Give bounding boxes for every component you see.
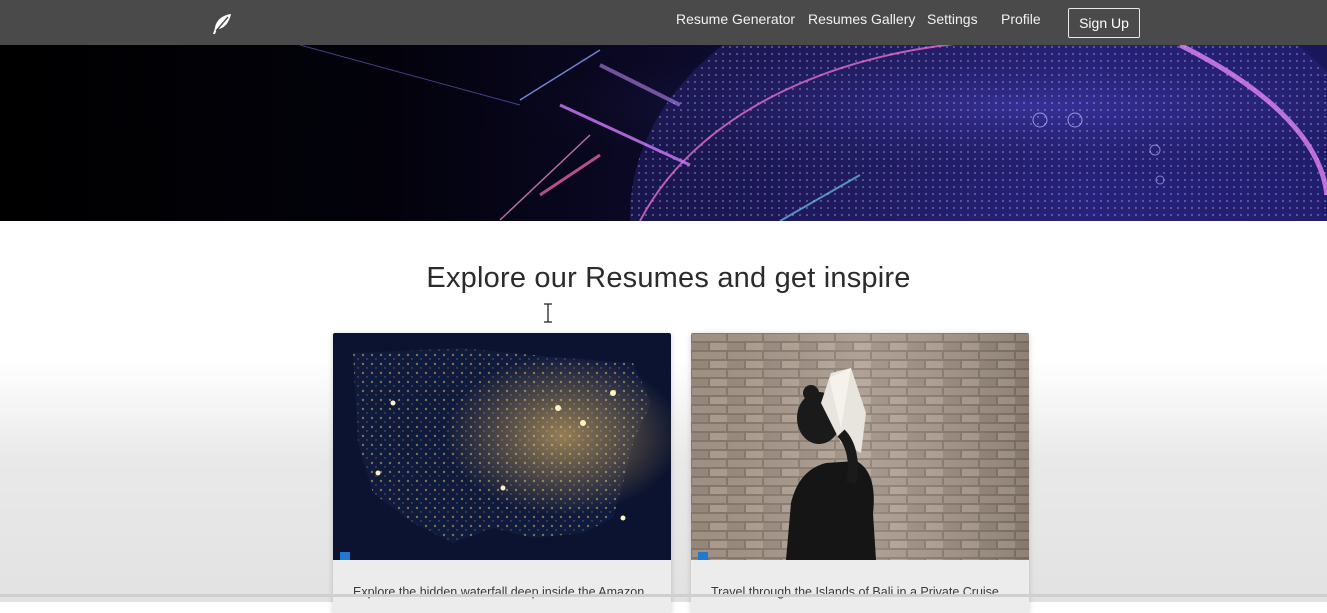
card-image-woman-with-book[interactable] (691, 333, 1029, 560)
feather-icon[interactable] (210, 12, 234, 36)
section-title: Explore our Resumes and get inspire (426, 262, 911, 294)
sign-up-button[interactable]: Sign Up (1068, 8, 1140, 38)
top-navbar: Resume Generator Resumes Gallery Setting… (0, 0, 1327, 45)
text-cursor-icon (543, 303, 553, 323)
horizontal-scrollbar[interactable] (0, 594, 1327, 597)
nav-link-resume-generator[interactable]: Resume Generator (676, 11, 795, 27)
nav-link-profile[interactable]: Profile (1001, 11, 1041, 27)
nav-link-settings[interactable]: Settings (927, 11, 978, 27)
card-marker-badge (698, 552, 708, 560)
card-image-us-night-map[interactable] (333, 333, 671, 560)
nav-link-resumes-gallery[interactable]: Resumes Gallery (808, 11, 915, 27)
card-marker-badge (340, 552, 350, 560)
resume-card[interactable]: Travel through the Islands of Bali in a … (691, 333, 1029, 613)
hero-banner-image (0, 45, 1327, 221)
resume-card[interactable]: Explore the hidden waterfall deep inside… (333, 333, 671, 613)
